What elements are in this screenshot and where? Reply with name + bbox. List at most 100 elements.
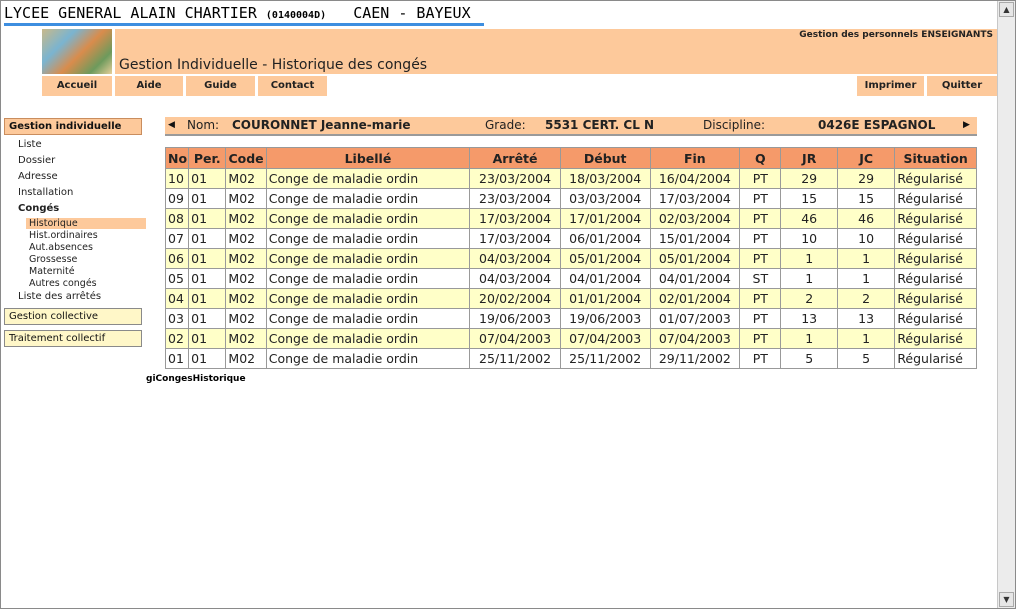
table-cell: 09 bbox=[164, 188, 190, 209]
column-header: JC bbox=[836, 147, 896, 169]
column-header: Situation bbox=[894, 147, 977, 169]
column-header: Per. bbox=[188, 147, 227, 169]
menu-item-conges[interactable]: Congés bbox=[18, 203, 59, 214]
nav-quitter-button[interactable]: Quitter bbox=[927, 76, 997, 96]
table-cell: M02 bbox=[225, 228, 267, 249]
table-cell: Conge de maladie ordin bbox=[265, 308, 471, 329]
page-code-label: giCongesHistorique bbox=[146, 374, 246, 384]
nav-guide-button[interactable]: Guide bbox=[186, 76, 255, 96]
table-cell: M02 bbox=[225, 208, 267, 229]
school-name: LYCEE GENERAL ALAIN CHARTIER bbox=[4, 4, 257, 22]
table-row[interactable]: 06 01 M02 Conge de maladie ordin 04/03/2004 0… bbox=[164, 248, 977, 269]
table-cell: 1 bbox=[836, 328, 896, 349]
menu-item-liste[interactable]: Liste bbox=[18, 139, 42, 150]
column-header: Début bbox=[559, 147, 651, 169]
table-cell: 29 bbox=[780, 168, 838, 189]
table-cell: 23/03/2004 bbox=[469, 188, 561, 209]
table-cell: Conge de maladie ordin bbox=[265, 288, 471, 309]
table-body: 10 01 M02 Conge de maladie ordin 23/03/2004 1… bbox=[164, 168, 977, 369]
table-row[interactable]: 10 01 M02 Conge de maladie ordin 23/03/2004 1… bbox=[164, 168, 977, 189]
column-header: No bbox=[164, 147, 190, 169]
table-cell: PT bbox=[739, 328, 782, 349]
table-cell: Conge de maladie ordin bbox=[265, 228, 471, 249]
nom-label: Nom: bbox=[187, 118, 220, 132]
table-cell: 1 bbox=[780, 328, 838, 349]
table-cell: M02 bbox=[225, 268, 267, 289]
column-header: Arrêté bbox=[469, 147, 561, 169]
table-cell: PT bbox=[739, 208, 782, 229]
scroll-up-icon[interactable]: ▲ bbox=[999, 2, 1014, 17]
table-row[interactable]: 05 01 M02 Conge de maladie ordin 04/03/2004 0… bbox=[164, 268, 977, 289]
table-cell: 04/03/2004 bbox=[469, 248, 561, 269]
table-cell: 04/03/2004 bbox=[469, 268, 561, 289]
table-cell: 01/07/2003 bbox=[649, 308, 741, 329]
table-cell: Régularisé bbox=[894, 228, 977, 249]
column-header: Libellé bbox=[265, 147, 471, 169]
table-cell: 5 bbox=[780, 348, 838, 369]
table-cell: Conge de maladie ordin bbox=[265, 328, 471, 349]
header-photo bbox=[42, 29, 112, 74]
table-cell: Conge de maladie ordin bbox=[265, 348, 471, 369]
vertical-scrollbar[interactable]: ▲ ▼ bbox=[997, 1, 1015, 608]
table-cell: Conge de maladie ordin bbox=[265, 188, 471, 209]
nom-value: COURONNET Jeanne-marie bbox=[232, 118, 411, 132]
table-cell: 02 bbox=[164, 328, 190, 349]
table-cell: 07 bbox=[164, 228, 190, 249]
column-header: Q bbox=[739, 147, 782, 169]
menu-item-adresse[interactable]: Adresse bbox=[18, 171, 58, 182]
table-row[interactable]: 02 01 M02 Conge de maladie ordin 07/04/2003 0… bbox=[164, 328, 977, 349]
menu-item-installation[interactable]: Installation bbox=[18, 187, 73, 198]
scroll-down-icon[interactable]: ▼ bbox=[999, 592, 1014, 607]
table-cell: 2 bbox=[780, 288, 838, 309]
table-row[interactable]: 08 01 M02 Conge de maladie ordin 17/03/2004 1… bbox=[164, 208, 977, 229]
menu-sub-historique[interactable]: Historique bbox=[26, 218, 146, 229]
table-cell: 29 bbox=[836, 168, 896, 189]
menu-sub-hist-ordinaires[interactable]: Hist.ordinaires bbox=[29, 230, 98, 241]
table-cell: 46 bbox=[836, 208, 896, 229]
table-cell: 05/01/2004 bbox=[649, 248, 741, 269]
prev-arrow-icon[interactable]: ◀ bbox=[168, 117, 175, 134]
table-cell: Régularisé bbox=[894, 268, 977, 289]
table-cell: 1 bbox=[836, 268, 896, 289]
table-row[interactable]: 07 01 M02 Conge de maladie ordin 17/03/2004 0… bbox=[164, 228, 977, 249]
menu-traitement-collectif[interactable]: Traitement collectif bbox=[4, 330, 142, 347]
table-cell: 01/01/2004 bbox=[559, 288, 651, 309]
table-cell: 07/04/2003 bbox=[469, 328, 561, 349]
menu-sub-grossesse[interactable]: Grossesse bbox=[29, 254, 77, 265]
table-row[interactable]: 03 01 M02 Conge de maladie ordin 19/06/2003 1… bbox=[164, 308, 977, 329]
table-cell: 02/01/2004 bbox=[649, 288, 741, 309]
table-cell: Régularisé bbox=[894, 168, 977, 189]
table-cell: 10 bbox=[836, 228, 896, 249]
table-row[interactable]: 04 01 M02 Conge de maladie ordin 20/02/2004 0… bbox=[164, 288, 977, 309]
nav-aide-button[interactable]: Aide bbox=[115, 76, 183, 96]
table-cell: 01 bbox=[188, 248, 227, 269]
column-header: Code bbox=[225, 147, 267, 169]
browser-frame: LYCEE GENERAL ALAIN CHARTIER (0140004D) … bbox=[0, 0, 1016, 609]
menu-gestion-collective[interactable]: Gestion collective bbox=[4, 308, 142, 325]
menu-sub-aut-absences[interactable]: Aut.absences bbox=[29, 242, 93, 253]
menu-sub-maternite[interactable]: Maternité bbox=[29, 266, 75, 277]
header-subtitle: Gestion des personnels ENSEIGNANTS bbox=[799, 30, 993, 40]
table-cell: PT bbox=[739, 348, 782, 369]
table-cell: Régularisé bbox=[894, 308, 977, 329]
nav-imprimer-button[interactable]: Imprimer bbox=[857, 76, 924, 96]
table-cell: 1 bbox=[780, 268, 838, 289]
menu-gestion-individuelle[interactable]: Gestion individuelle bbox=[4, 118, 142, 135]
table-cell: 04/01/2004 bbox=[559, 268, 651, 289]
discipline-value: 0426E ESPAGNOL bbox=[818, 118, 936, 132]
nav-accueil-button[interactable]: Accueil bbox=[42, 76, 112, 96]
table-row[interactable]: 01 01 M02 Conge de maladie ordin 25/11/2002 2… bbox=[164, 348, 977, 369]
table-cell: 15/01/2004 bbox=[649, 228, 741, 249]
table-cell: 06 bbox=[164, 248, 190, 269]
table-cell: 17/03/2004 bbox=[469, 228, 561, 249]
next-arrow-icon[interactable]: ▶ bbox=[963, 117, 970, 134]
menu-item-dossier[interactable]: Dossier bbox=[18, 155, 55, 166]
table-cell: Conge de maladie ordin bbox=[265, 168, 471, 189]
menu-sub-autres-conges[interactable]: Autres congés bbox=[29, 278, 97, 289]
nav-contact-button[interactable]: Contact bbox=[258, 76, 327, 96]
table-cell: 01 bbox=[188, 348, 227, 369]
table-row[interactable]: 09 01 M02 Conge de maladie ordin 23/03/2004 0… bbox=[164, 188, 977, 209]
table-cell: M02 bbox=[225, 248, 267, 269]
table-cell: 01 bbox=[188, 188, 227, 209]
menu-item-liste-arretes[interactable]: Liste des arrêtés bbox=[18, 291, 101, 302]
